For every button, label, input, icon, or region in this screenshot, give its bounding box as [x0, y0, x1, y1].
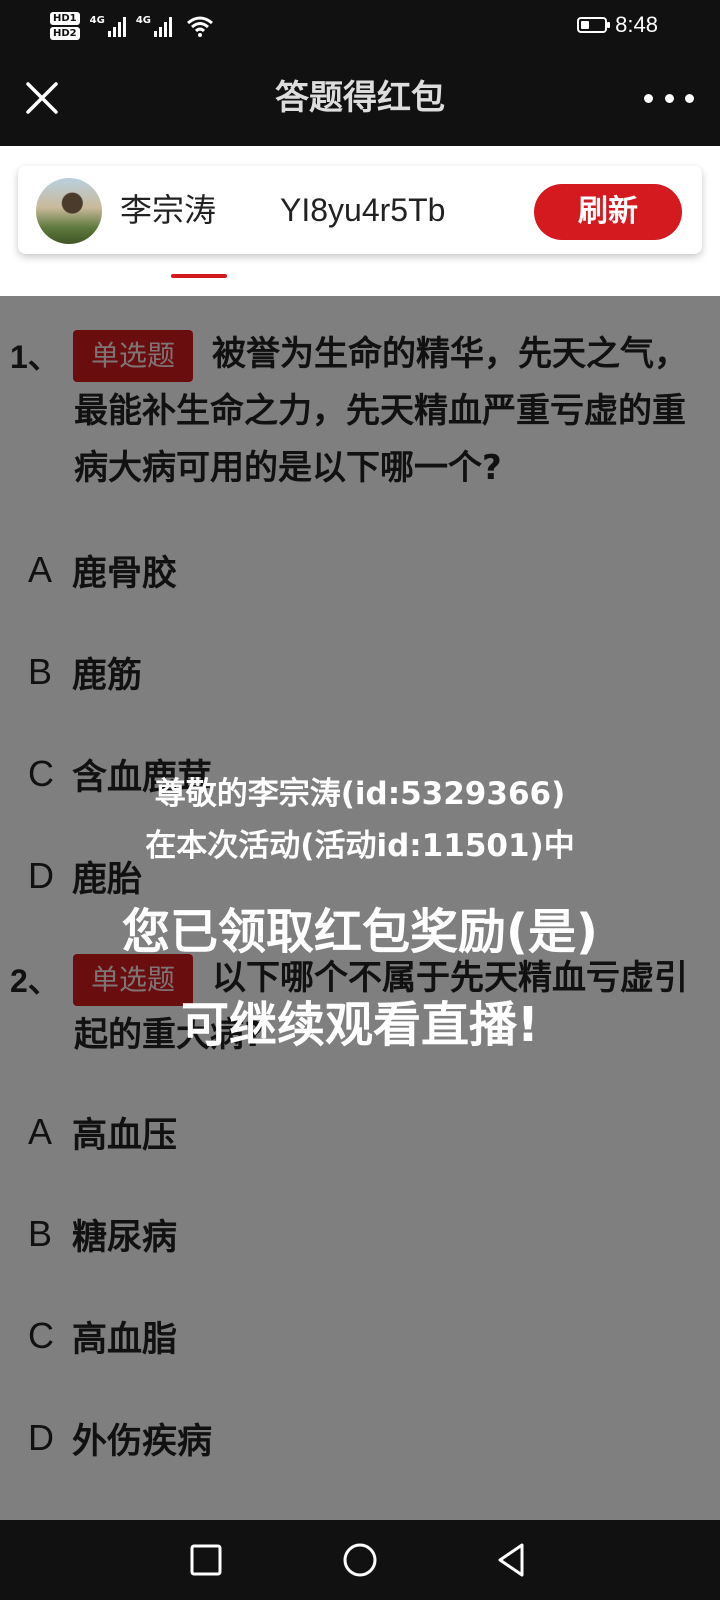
- notice-line-4: 可继续观看直播!: [181, 997, 539, 1053]
- wifi-icon: [187, 16, 213, 37]
- user-card: 李宗涛 YI8yu4r5Tb 刷新: [18, 166, 702, 254]
- hd1-badge: HD1: [50, 12, 80, 25]
- signal-strength-icon-2: 4G: [136, 15, 172, 37]
- hd2-badge: HD2: [50, 27, 80, 40]
- status-left: HD1 HD2 4G 4G: [50, 6, 214, 46]
- avatar: [36, 178, 102, 244]
- home-icon[interactable]: [340, 1540, 380, 1580]
- signal-strength-icon: 4G: [90, 15, 126, 37]
- refresh-button[interactable]: 刷新: [534, 184, 682, 240]
- battery-icon: [577, 17, 611, 33]
- notice-line-3: 您已领取红包奖励(是): [122, 904, 598, 960]
- recent-apps-icon[interactable]: [186, 1540, 226, 1580]
- more-options-icon[interactable]: [644, 88, 694, 108]
- user-name: 李宗涛: [120, 191, 217, 229]
- status-bar: HD1 HD2 4G 4G 8:48: [0, 0, 720, 50]
- page-title: 答题得红包: [275, 78, 445, 118]
- sim2-network-label: 4G: [135, 15, 151, 26]
- navigation-bar: [0, 1520, 720, 1600]
- notice-line-1: 尊敬的李宗涛(id:5329366): [154, 776, 566, 812]
- back-icon[interactable]: [492, 1540, 532, 1580]
- title-bar: 答题得红包: [0, 50, 720, 146]
- notice-line-2: 在本次活动(活动id:11501)中: [145, 828, 575, 864]
- tab-indicator: [171, 274, 227, 278]
- user-card-area: 李宗涛 YI8yu4r5Tb 刷新: [0, 146, 720, 296]
- hd-indicators: HD1 HD2: [50, 12, 80, 40]
- sim1-network-label: 4G: [89, 15, 105, 26]
- status-right: 8:48: [577, 12, 658, 38]
- user-code: YI8yu4r5Tb: [280, 192, 446, 228]
- clock: 8:48: [615, 12, 658, 37]
- battery-fill: [581, 21, 590, 29]
